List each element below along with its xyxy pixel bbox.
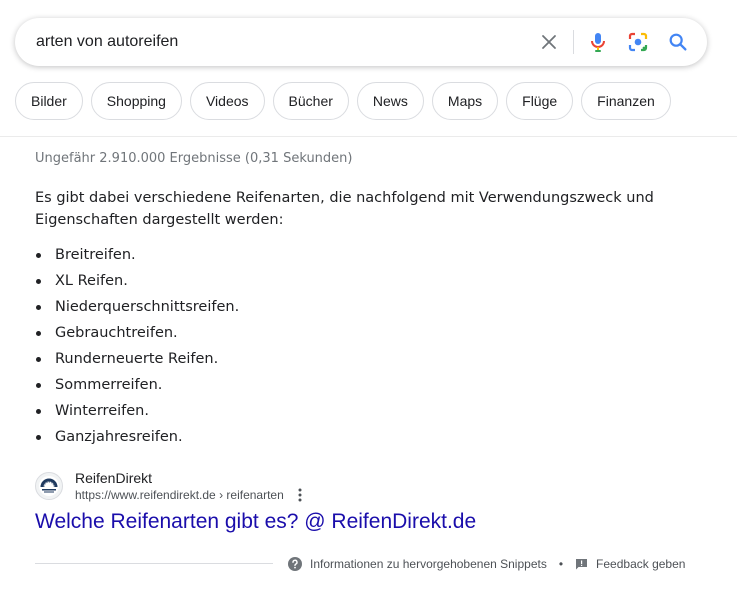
snippet-intro: Es gibt dabei verschiedene Reifenarten, … <box>35 190 654 228</box>
site-url: https://www.reifendirekt.de › reifenarte… <box>75 488 284 502</box>
site-info: ReifenDirekt https://www.reifendirekt.de… <box>75 469 306 503</box>
tab-shopping[interactable]: Shopping <box>90 82 182 120</box>
list-item: Sommerreifen. <box>35 372 685 398</box>
search-icon[interactable] <box>666 30 690 54</box>
search-bar[interactable]: arten von autoreifen <box>15 18 707 66</box>
header-divider <box>0 136 737 137</box>
more-vert-icon[interactable] <box>294 487 306 503</box>
results-stats: Ungefähr 2.910.000 Ergebnisse (0,31 Seku… <box>35 151 353 166</box>
list-item: Winterreifen. <box>35 398 685 424</box>
search-input[interactable]: arten von autoreifen <box>36 33 178 51</box>
list-item: Niederquerschnittsreifen. <box>35 294 685 320</box>
tab-fluege[interactable]: Flüge <box>506 82 574 120</box>
tab-maps[interactable]: Maps <box>431 82 499 120</box>
featured-snippet: Es gibt dabei verschiedene Reifenarten, … <box>35 187 685 450</box>
tab-buecher[interactable]: Bücher <box>272 82 349 120</box>
tab-finanzen[interactable]: Finanzen <box>581 82 671 120</box>
list-item: Gebrauchtreifen. <box>35 320 685 346</box>
list-item: XL Reifen. <box>35 268 685 294</box>
tab-bilder[interactable]: Bilder <box>15 82 83 120</box>
result-title-link[interactable]: Welche Reifenarten gibt es? @ ReifenDire… <box>35 510 476 534</box>
snippet-list: Breitreifen. XL Reifen. Niederquerschnit… <box>35 242 685 450</box>
feedback-icon <box>576 558 588 569</box>
help-icon <box>288 557 302 571</box>
list-item: Ganzjahresreifen. <box>35 424 685 450</box>
clear-icon[interactable] <box>537 30 561 54</box>
favicon-icon <box>35 472 63 500</box>
microphone-icon[interactable] <box>586 30 610 54</box>
list-item: Breitreifen. <box>35 242 685 268</box>
result-source[interactable]: ReifenDirekt https://www.reifendirekt.de… <box>35 468 306 504</box>
search-tabs: Bilder Shopping Videos Bücher News Maps … <box>15 82 671 120</box>
list-item: Runderneuerte Reifen. <box>35 346 685 372</box>
snippet-info-label: Informationen zu hervorgehobenen Snippet… <box>310 557 547 571</box>
tab-news[interactable]: News <box>356 82 424 120</box>
lens-icon[interactable] <box>626 30 650 54</box>
tab-videos[interactable]: Videos <box>189 82 265 120</box>
searchbar-divider <box>573 30 574 54</box>
footer-divider <box>35 563 273 564</box>
feedback-link[interactable]: Feedback geben <box>575 557 685 571</box>
snippet-info-link[interactable]: Informationen zu hervorgehobenen Snippet… <box>288 557 547 571</box>
site-name: ReifenDirekt <box>75 470 153 486</box>
footer-separator: • <box>558 557 564 571</box>
feedback-label: Feedback geben <box>596 557 686 571</box>
snippet-footer: Informationen zu hervorgehobenen Snippet… <box>288 556 685 572</box>
